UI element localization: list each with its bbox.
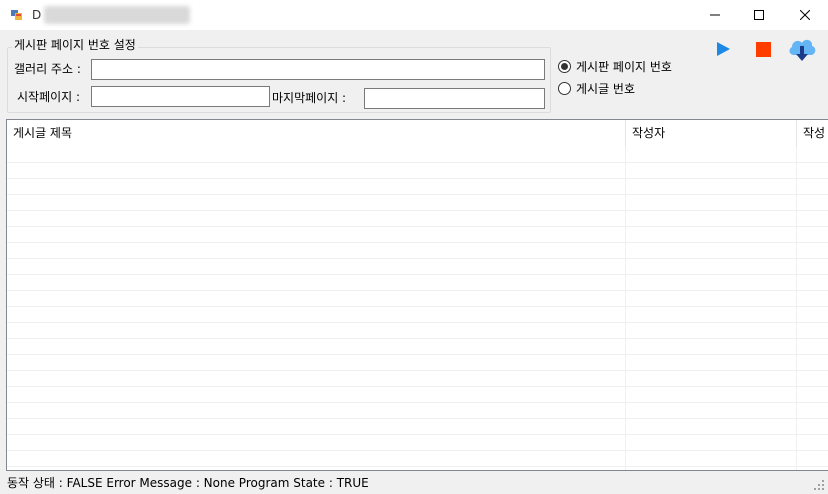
radio-board-page-number[interactable]: 게시판 페이지 번호: [558, 58, 672, 75]
list-row-empty: [7, 243, 828, 259]
group-legend: 게시판 페이지 번호 설정: [12, 37, 138, 53]
list-row-empty: [7, 147, 828, 163]
radio-post-number[interactable]: 게시글 번호: [558, 80, 635, 97]
minimize-icon: [710, 14, 720, 16]
column-header-author[interactable]: 작성자: [626, 120, 797, 147]
list-row-empty: [7, 451, 828, 467]
gallery-address-input[interactable]: [91, 59, 545, 80]
list-row-empty: [7, 179, 828, 195]
list-row-empty: [7, 419, 828, 435]
list-rows: [7, 147, 828, 467]
last-page-label: 마지막페이지 :: [272, 91, 347, 105]
list-row-empty: [7, 195, 828, 211]
list-row-empty: [7, 211, 828, 227]
minimize-button[interactable]: [692, 0, 738, 30]
window-title-redacted: [44, 6, 190, 24]
status-bar: 동작 상태 : FALSE Error Message : None Progr…: [0, 472, 828, 494]
start-page-label: 시작페이지 :: [17, 90, 81, 104]
list-row-empty: [7, 227, 828, 243]
list-row-empty: [7, 403, 828, 419]
list-row-empty: [7, 163, 828, 179]
radio-label: 게시판 페이지 번호: [576, 60, 672, 74]
status-text: 동작 상태 : FALSE Error Message : None Progr…: [7, 476, 369, 490]
list-row-empty: [7, 355, 828, 371]
gallery-address-label: 갤러리 주소 :: [14, 62, 81, 76]
list-row-empty: [7, 307, 828, 323]
last-page-input[interactable]: [364, 88, 545, 109]
list-row-empty: [7, 371, 828, 387]
list-row-empty: [7, 259, 828, 275]
list-header: 게시글 제목 작성자 작성: [7, 120, 828, 147]
start-page-input[interactable]: [91, 86, 270, 107]
app-icon: [10, 7, 24, 21]
stop-button[interactable]: [752, 38, 774, 60]
list-row-empty: [7, 435, 828, 451]
radio-indicator[interactable]: [558, 82, 571, 95]
list-row-empty: [7, 323, 828, 339]
post-list-view[interactable]: 게시글 제목 작성자 작성: [6, 119, 828, 471]
close-button[interactable]: [782, 0, 828, 30]
window-title: D: [32, 8, 42, 22]
radio-indicator-checked[interactable]: [558, 60, 571, 73]
play-icon: [717, 42, 730, 56]
title-bar: D: [0, 0, 828, 30]
maximize-icon: [754, 10, 764, 20]
close-icon: [800, 10, 810, 20]
column-header-created[interactable]: 작성: [797, 120, 828, 147]
download-button[interactable]: [786, 34, 818, 64]
maximize-button[interactable]: [736, 0, 782, 30]
resize-grip-icon[interactable]: [813, 479, 825, 491]
stop-icon: [755, 41, 771, 57]
column-header-title[interactable]: 게시글 제목: [7, 120, 626, 147]
list-row-empty: [7, 291, 828, 307]
start-button[interactable]: [712, 38, 734, 60]
list-row-empty: [7, 339, 828, 355]
radio-label: 게시글 번호: [576, 82, 636, 96]
cloud-download-icon: [789, 39, 816, 61]
list-row-empty: [7, 275, 828, 291]
list-row-empty: [7, 387, 828, 403]
